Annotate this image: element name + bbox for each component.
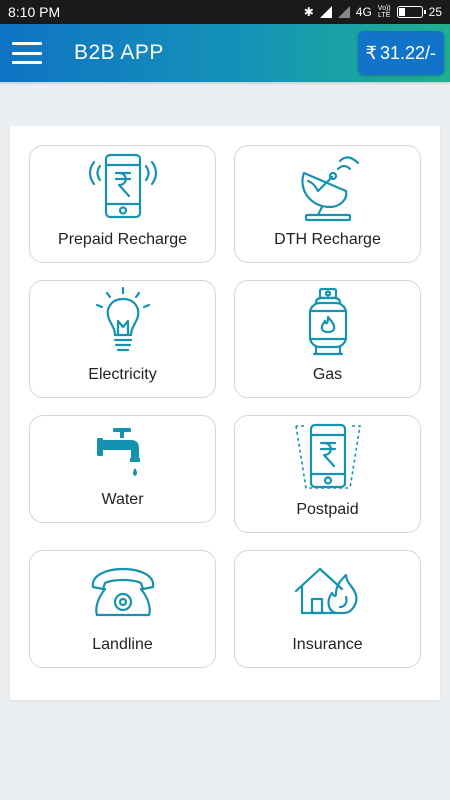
landline-phone-icon	[83, 565, 163, 621]
wallet-balance: 31.22/-	[379, 42, 436, 63]
gas-cylinder-icon	[288, 287, 368, 357]
signal-strength-secondary-icon	[337, 6, 350, 18]
service-label: Postpaid	[296, 501, 359, 518]
mobile-recharge-icon	[83, 152, 163, 222]
services-panel: Prepaid Recharge DTH Recharge Electricit…	[10, 126, 440, 700]
water-tap-icon	[83, 424, 163, 480]
service-label: Gas	[312, 366, 343, 383]
service-label: Landline	[92, 636, 153, 653]
rupee-icon: ₹	[365, 42, 377, 63]
battery-level: 25	[428, 5, 442, 19]
service-tile-dth-recharge[interactable]: DTH Recharge	[234, 145, 421, 263]
volte-icon: Vo)) LTE	[377, 5, 391, 19]
light-bulb-icon	[83, 287, 163, 357]
service-tile-landline[interactable]: Landline	[29, 550, 216, 668]
service-tile-insurance[interactable]: Insurance	[234, 550, 421, 668]
status-time: 8:10 PM	[8, 4, 61, 20]
status-icons: ✱ 4G Vo)) LTE 25	[304, 5, 442, 19]
service-tile-prepaid-recharge[interactable]: Prepaid Recharge	[29, 145, 216, 263]
service-tile-electricity[interactable]: Electricity	[29, 280, 216, 398]
home-insurance-icon	[288, 563, 368, 619]
service-tile-water[interactable]: Water	[29, 415, 216, 523]
postpaid-phone-icon	[288, 422, 368, 492]
status-bar: 8:10 PM ✱ 4G Vo)) LTE 25	[0, 0, 450, 24]
signal-strength-icon	[319, 6, 332, 18]
bluetooth-icon: ✱	[303, 5, 314, 19]
service-label: Electricity	[88, 366, 157, 383]
wallet-balance-button[interactable]: ₹ 31.22/-	[357, 31, 444, 75]
battery-icon	[396, 6, 426, 18]
service-tile-postpaid[interactable]: Postpaid	[234, 415, 421, 533]
app-title: B2B APP	[74, 41, 164, 64]
service-tile-gas[interactable]: Gas	[234, 280, 421, 398]
app-bar: B2B APP ₹ 31.22/-	[0, 24, 450, 82]
service-label: Water	[101, 491, 144, 508]
service-label: Insurance	[292, 636, 363, 653]
service-label: Prepaid Recharge	[58, 231, 187, 248]
service-label: DTH Recharge	[274, 231, 381, 248]
network-type: 4G	[355, 5, 372, 19]
satellite-dish-icon	[288, 151, 368, 223]
hamburger-menu-icon[interactable]	[12, 42, 42, 64]
